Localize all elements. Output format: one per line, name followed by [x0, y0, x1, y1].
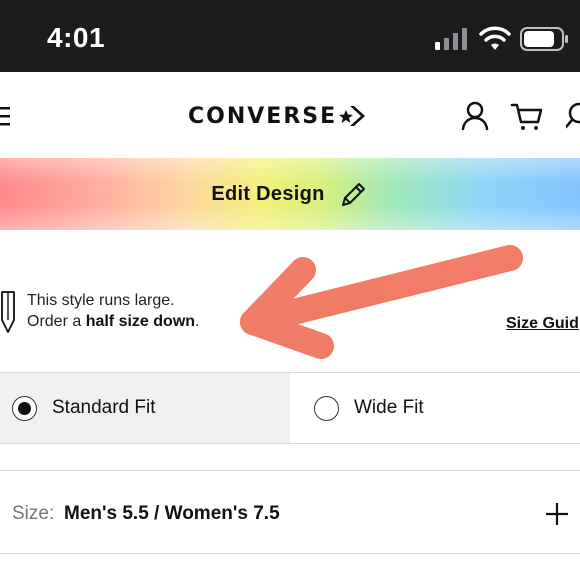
brand-name: CONVERSE [188, 103, 338, 129]
account-icon[interactable] [460, 100, 490, 132]
size-prefix: Size: [12, 503, 55, 524]
fit-note-line2: Order a half size down. [27, 313, 199, 331]
battery-icon [520, 27, 568, 51]
size-value: Men's 5.5 / Women's 7.5 [64, 503, 280, 524]
annotation-arrow [240, 245, 523, 359]
fit-note-line1: This style runs large. [27, 292, 175, 309]
ruler-icon [1, 291, 15, 333]
menu-icon[interactable] [0, 104, 12, 128]
fit-label-standard: Standard Fit [52, 397, 156, 418]
radio-wide[interactable] [314, 395, 339, 421]
radio-standard[interactable] [12, 395, 37, 421]
pencil-icon [341, 183, 365, 206]
cart-icon[interactable] [510, 100, 544, 132]
plus-icon[interactable] [544, 501, 570, 527]
converse-logo[interactable]: CONVERSE [188, 101, 366, 131]
status-bar: 4:01 [0, 0, 580, 72]
star-chevron-logo-icon [339, 106, 366, 126]
fit-option-wide[interactable]: Wide Fit [290, 373, 580, 443]
fit-selector: Standard Fit Wide Fit [0, 372, 580, 444]
signal-icon [435, 28, 467, 50]
size-selector[interactable]: Size: Men's 5.5 / Women's 7.5 [0, 470, 580, 554]
edit-design-label: Edit Design [211, 182, 325, 205]
status-time: 4:01 [47, 22, 106, 53]
fit-note-suffix: . [195, 313, 200, 330]
edit-design-banner[interactable]: Edit Design [0, 158, 580, 230]
search-icon[interactable] [566, 100, 580, 132]
fit-note-emphasis: half size down [85, 313, 196, 330]
wifi-icon [479, 26, 511, 50]
fit-label-wide: Wide Fit [354, 397, 424, 418]
fit-option-standard[interactable]: Standard Fit [0, 373, 290, 443]
fit-note-prefix: Order a [27, 313, 86, 330]
radio-selected-dot [18, 401, 31, 415]
